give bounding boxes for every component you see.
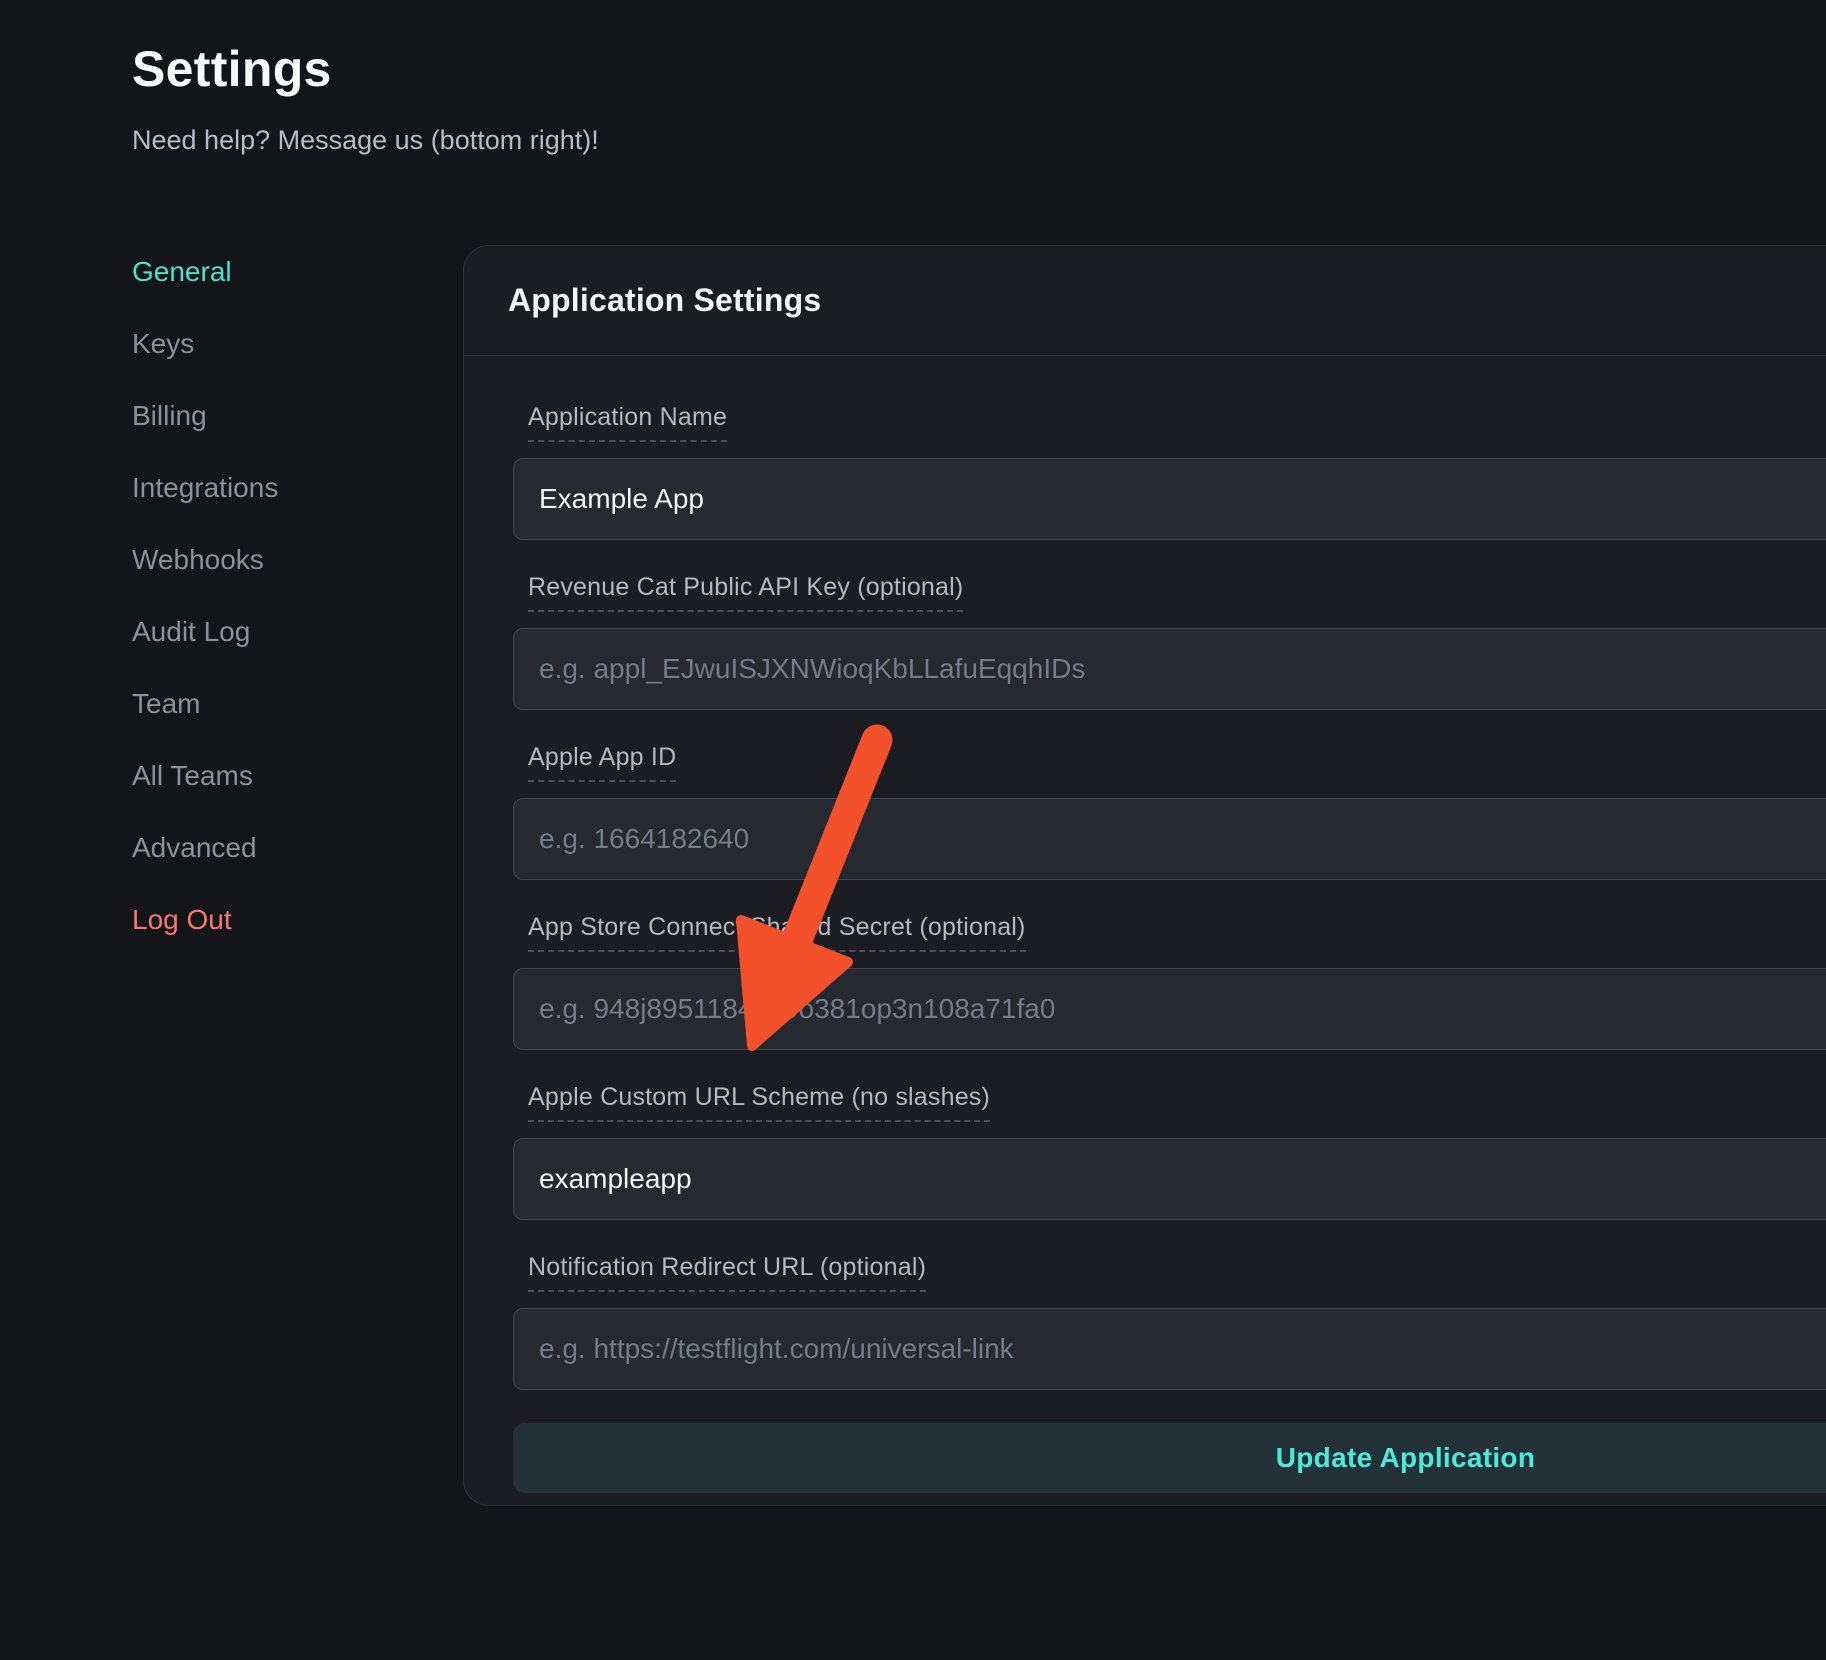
input-revenue-cat-public-api-key-optional[interactable] [513,628,1826,710]
field-row-app-store-connect-shared-secret-optional: App Store Connect Shared Secret (optiona… [513,913,1826,1050]
sidebar-item-all-teams[interactable]: All Teams [132,761,278,791]
input-application-name[interactable] [513,458,1826,540]
field-row-apple-custom-url-scheme-no-slashes: Apple Custom URL Scheme (no slashes) [513,1083,1826,1220]
application-settings-card: Application Settings Application Name Rev… [463,245,1826,1506]
field-label-application-name: Application Name [528,403,727,442]
field-row-application-name: Application Name [513,403,1826,540]
page-title: Settings [132,40,332,98]
update-application-button[interactable]: Update Application [513,1423,1826,1493]
field-row-revenue-cat-public-api-key-optional: Revenue Cat Public API Key (optional) [513,573,1826,710]
sidebar-item-general[interactable]: General [132,257,278,287]
sidebar-item-keys[interactable]: Keys [132,329,278,359]
sidebar-item-billing[interactable]: Billing [132,401,278,431]
input-apple-app-id[interactable] [513,798,1826,880]
field-row-apple-app-id: Apple App ID [513,743,1826,880]
field-label-notification-redirect-url-optional: Notification Redirect URL (optional) [528,1253,926,1292]
sidebar-item-webhooks[interactable]: Webhooks [132,545,278,575]
input-apple-custom-url-scheme-no-slashes[interactable] [513,1138,1826,1220]
card-header: Application Settings [464,246,1826,356]
field-label-revenue-cat-public-api-key-optional: Revenue Cat Public API Key (optional) [528,573,963,612]
page-subtitle: Need help? Message us (bottom right)! [132,125,599,156]
sidebar-item-log-out[interactable]: Log Out [132,905,278,935]
card-title: Application Settings [508,282,821,319]
sidebar-item-advanced[interactable]: Advanced [132,833,278,863]
input-notification-redirect-url-optional[interactable] [513,1308,1826,1390]
sidebar-item-team[interactable]: Team [132,689,278,719]
field-row-notification-redirect-url-optional: Notification Redirect URL (optional) [513,1253,1826,1390]
sidebar-item-audit-log[interactable]: Audit Log [132,617,278,647]
input-app-store-connect-shared-secret-optional[interactable] [513,968,1826,1050]
card-body: Application Name Revenue Cat Public API K… [464,356,1826,1493]
field-label-app-store-connect-shared-secret-optional: App Store Connect Shared Secret (optiona… [528,913,1026,952]
field-label-apple-custom-url-scheme-no-slashes: Apple Custom URL Scheme (no slashes) [528,1083,990,1122]
settings-sidebar: General Keys Billing Integrations Webhooks Au… [132,257,278,977]
field-label-apple-app-id: Apple App ID [528,743,676,782]
sidebar-item-integrations[interactable]: Integrations [132,473,278,503]
